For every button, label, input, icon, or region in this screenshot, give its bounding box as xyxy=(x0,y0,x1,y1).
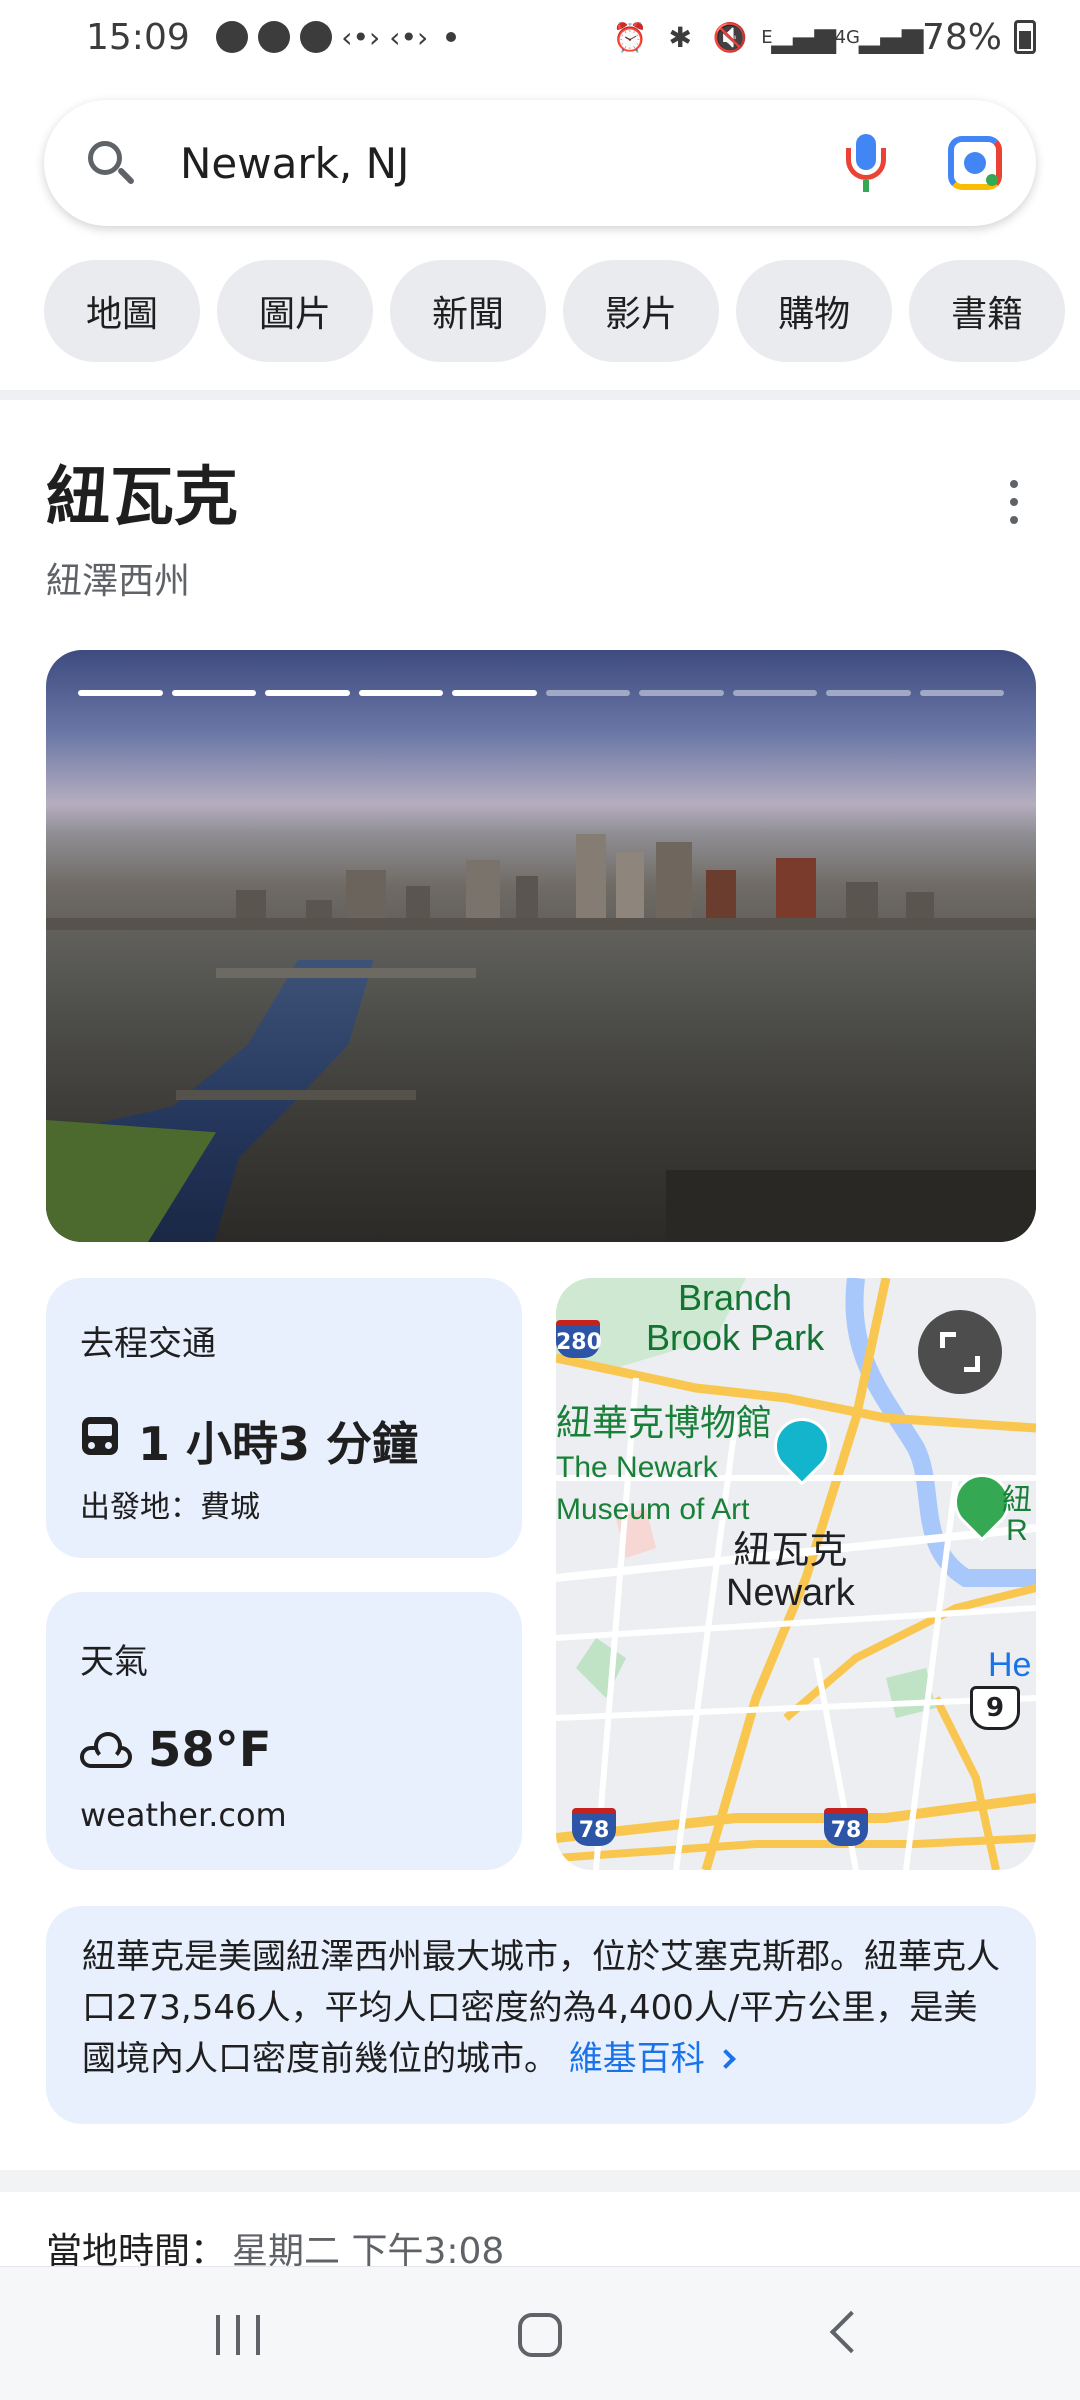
transit-duration: 1 小時3 分鐘 xyxy=(138,1417,419,1471)
chip-maps[interactable]: 地圖 xyxy=(44,260,201,362)
chip-books[interactable]: 書籍 xyxy=(909,260,1066,362)
expand-map-icon[interactable] xyxy=(918,1310,1002,1394)
battery-percent: 78% xyxy=(921,16,1002,58)
bluetooth-icon: ✱ xyxy=(668,20,692,54)
skyline-image xyxy=(46,820,1036,930)
page-title: 紐瓦克 xyxy=(46,461,238,535)
search-filter-chips: 地圖 圖片 新聞 影片 購物 書籍 航班 xyxy=(44,260,1080,362)
chip-images[interactable]: 圖片 xyxy=(217,260,374,362)
transit-card[interactable]: 去程交通 1 小時3 分鐘 出發地：費城 xyxy=(46,1278,522,1558)
search-box[interactable]: Newark, NJ xyxy=(44,100,1036,226)
carousel-progress-segment xyxy=(826,690,911,696)
chip-news[interactable]: 新聞 xyxy=(390,260,547,362)
city-map[interactable]: Branch Brook Park 紐華克博物館 The Newark Museum … xyxy=(556,1278,1036,1870)
weather-card[interactable]: 天氣 58°F weather.com xyxy=(46,1592,522,1870)
map-label-city: 紐瓦克 Newark xyxy=(726,1530,855,1614)
interstate-shield-icon: 78 xyxy=(572,1808,616,1846)
transit-label: 去程交通 xyxy=(80,1324,216,1364)
back-icon[interactable] xyxy=(829,2310,873,2354)
broadcast-icon: ‹•› xyxy=(389,20,429,54)
search-icon xyxy=(82,135,138,191)
search-input[interactable]: Newark, NJ xyxy=(180,139,840,188)
chevron-right-icon xyxy=(715,2049,736,2069)
battery-icon xyxy=(1014,20,1036,54)
pinterest-icon xyxy=(299,21,332,53)
description-text: 紐華克是美國紐澤西州最大城市，位於艾塞克斯郡。紐華克人口273,546人，平均人… xyxy=(82,1937,1000,2079)
signal-icon: ▂▄▆ xyxy=(771,20,836,54)
carousel-progress-segment xyxy=(545,690,630,696)
pinterest-icon xyxy=(257,21,290,53)
carousel-progress-segment xyxy=(639,690,724,696)
mute-icon: 🔇 xyxy=(712,20,748,54)
interstate-shield-icon: 280 xyxy=(556,1320,602,1358)
carousel-progress-segment xyxy=(358,690,443,696)
us-route-shield-icon: 9 xyxy=(970,1686,1020,1730)
system-nav-bar xyxy=(0,2266,1080,2400)
status-bar: 15:09 ‹•› ‹•› ⏰ ✱ 🔇 E ▂▄▆ 4G ▂▄▆ 78% xyxy=(0,0,1080,74)
map-label-partial: He xyxy=(988,1646,1032,1684)
google-lens-icon[interactable] xyxy=(944,132,1006,194)
alarm-icon: ⏰ xyxy=(612,20,648,54)
wikipedia-link[interactable]: 維基百科 xyxy=(569,2039,705,2079)
more-options-icon[interactable] xyxy=(1000,480,1028,524)
description-card: 紐華克是美國紐澤西州最大城市，位於艾塞克斯郡。紐華克人口273,546人，平均人… xyxy=(46,1906,1036,2124)
map-label-museum: 紐華克博物館 The Newark Museum of Art xyxy=(556,1402,773,1526)
broadcast-icon: ‹•› xyxy=(341,20,381,54)
carousel-progress xyxy=(78,690,1004,696)
cloud-icon xyxy=(80,1732,132,1768)
bridge-image xyxy=(216,968,476,978)
status-time: 15:09 xyxy=(86,16,190,58)
weather-source: weather.com xyxy=(80,1796,287,1834)
chip-shopping[interactable]: 購物 xyxy=(736,260,893,362)
microphone-icon[interactable] xyxy=(840,130,892,196)
recent-apps-icon[interactable] xyxy=(216,2315,260,2355)
carousel-progress-segment xyxy=(732,690,817,696)
rooftops-image xyxy=(666,1170,1036,1242)
weather-label: 天氣 xyxy=(80,1642,148,1682)
train-icon xyxy=(80,1417,120,1465)
city-photo-carousel[interactable] xyxy=(46,650,1036,1242)
interstate-shield-icon: 78 xyxy=(824,1808,868,1846)
home-icon[interactable] xyxy=(518,2313,562,2357)
map-label-partial: 紐R xyxy=(1002,1484,1032,1547)
carousel-progress-segment xyxy=(265,690,350,696)
carousel-progress-segment xyxy=(919,690,1004,696)
map-label-park: Branch Brook Park xyxy=(646,1278,825,1358)
divider xyxy=(0,390,1080,400)
page-subtitle: 紐澤西州 xyxy=(46,561,191,602)
transit-origin: 出發地：費城 xyxy=(80,1490,260,1525)
temperature: 58°F xyxy=(148,1722,272,1778)
carousel-progress-segment xyxy=(452,690,537,696)
bridge-image xyxy=(176,1090,416,1100)
carousel-progress-segment xyxy=(171,690,256,696)
network-4g-label: 4G xyxy=(834,26,860,48)
divider xyxy=(0,2170,1080,2192)
more-notifications-icon xyxy=(445,32,456,42)
signal-icon: ▂▄▆ xyxy=(858,20,924,54)
messenger-icon xyxy=(215,21,248,53)
carousel-progress-segment xyxy=(78,690,163,696)
chip-videos[interactable]: 影片 xyxy=(563,260,720,362)
